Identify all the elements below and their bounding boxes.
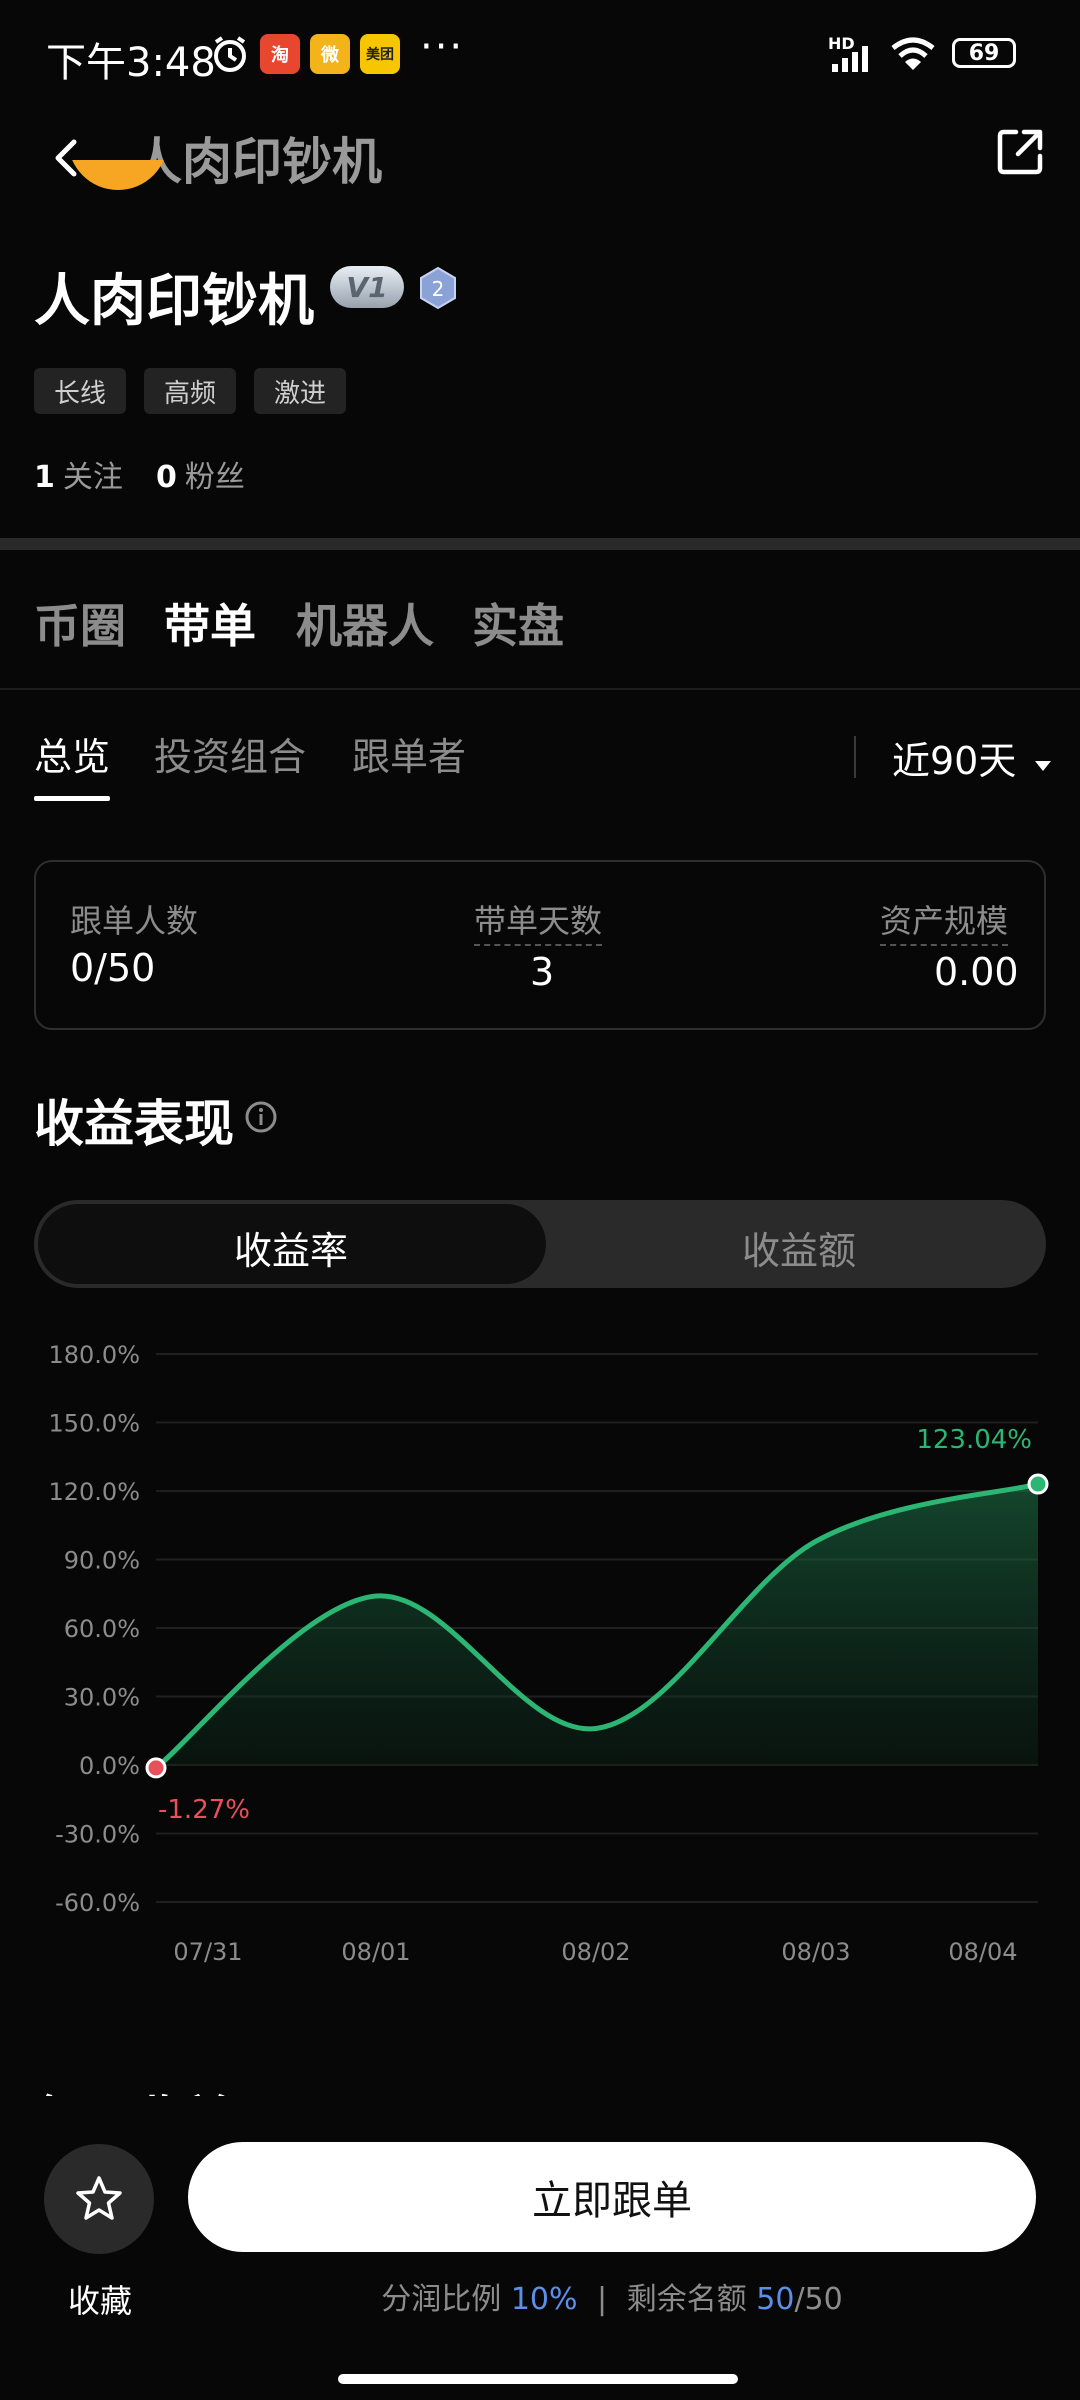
y-tick-label: 90.0% (64, 1547, 140, 1575)
svg-text:2: 2 (432, 277, 445, 301)
remaining-value: 50 (756, 2282, 795, 2317)
followers-label: 粉丝 (184, 460, 245, 495)
avatar (68, 160, 168, 230)
x-tick-label: 07/31 (173, 1938, 242, 1966)
range-label: 近90天 (892, 739, 1017, 783)
x-tick-label: 08/03 (781, 1938, 850, 1966)
toggle-return-amount[interactable]: 收益额 (742, 1220, 856, 1275)
y-tick-label: 180.0% (48, 1341, 140, 1369)
share-icon[interactable] (994, 126, 1046, 178)
profit-share-info: 分润比例 10% | 剩余名额 50/50 (0, 2274, 1080, 2318)
tag-long-term: 长线 (34, 368, 127, 414)
status-bar: 下午3:48 淘 微 美团 ··· HD 69 (0, 0, 1080, 110)
stat-assets-value: 0.00 (934, 950, 1019, 994)
level-badge-icon: 2 (420, 266, 456, 310)
range-separator (854, 736, 856, 778)
more-notifications-icon: ··· (420, 24, 465, 70)
following-count: 1 (34, 460, 55, 495)
stat-followers-label: 跟单人数 (70, 902, 199, 940)
star-icon (76, 2176, 122, 2220)
start-point-marker (145, 1757, 167, 1779)
caret-down-icon (1035, 761, 1052, 771)
wifi-icon (891, 37, 935, 70)
favorite-button[interactable] (44, 2144, 154, 2254)
profit-share-label: 分润比例 (381, 2282, 502, 2317)
alarm-icon (214, 36, 246, 72)
y-tick-label: 60.0% (64, 1615, 140, 1643)
info-separator: | (597, 2282, 608, 2317)
end-value-label: 123.04% (916, 1425, 1032, 1455)
performance-title: 收益表现 (34, 1095, 234, 1153)
range-dropdown[interactable]: 近90天 (892, 730, 1054, 785)
section-divider (0, 538, 1080, 550)
stat-days-value: 3 (530, 950, 555, 994)
remaining-label: 剩余名额 (626, 2282, 747, 2317)
nav-title: 人肉印钞机 (132, 133, 382, 191)
copy-trade-button[interactable]: 立即跟单 (188, 2142, 1036, 2252)
y-tick-label: 0.0% (79, 1752, 140, 1780)
status-time: 下午3:48 (46, 40, 216, 86)
subtab-followers[interactable]: 跟单者 (352, 726, 466, 781)
remaining-total: /50 (794, 2282, 843, 2317)
y-tick-label: 150.0% (48, 1410, 140, 1438)
tag-high-frequency: 高频 (144, 368, 237, 414)
stat-assets-label[interactable]: 资产规模 (880, 896, 1009, 946)
following-stat[interactable]: 1 关注 (34, 452, 123, 496)
tab-bots[interactable]: 机器人 (296, 590, 434, 656)
tab-live-trading[interactable]: 实盘 (472, 590, 564, 656)
tag-aggressive: 激进 (254, 368, 347, 414)
y-tick-label: -30.0% (55, 1821, 140, 1849)
subtab-overview[interactable]: 总览 (34, 726, 110, 781)
y-tick-label: 120.0% (48, 1478, 140, 1506)
followers-stat[interactable]: 0 粉丝 (156, 452, 245, 496)
info-icon[interactable] (244, 1100, 278, 1134)
weibo-app-icon: 微 (310, 34, 350, 74)
y-tick-label: -60.0% (55, 1889, 140, 1917)
toggle-return-rate[interactable]: 收益率 (234, 1220, 348, 1275)
x-tick-label: 08/02 (561, 1938, 630, 1966)
active-subtab-indicator (34, 796, 110, 801)
x-tick-label: 08/01 (341, 1938, 410, 1966)
profit-share-value: 10% (510, 2282, 578, 2317)
subtab-portfolio[interactable]: 投资组合 (154, 726, 306, 781)
y-tick-label: 30.0% (64, 1684, 140, 1712)
return-area (156, 1484, 1038, 1768)
home-indicator[interactable] (338, 2374, 738, 2384)
tab-copy-trading[interactable]: 带单 (164, 590, 256, 656)
following-label: 关注 (62, 460, 123, 495)
tabs-divider (0, 688, 1080, 690)
start-value-label: -1.27% (158, 1795, 250, 1825)
profile-name: 人肉印钞机 (34, 269, 314, 334)
followers-count: 0 (156, 460, 177, 495)
taobao-app-icon: 淘 (260, 34, 300, 74)
return-chart[interactable]: 180.0% 150.0% 120.0% 90.0% 60.0% 30.0% 0.0% -30… (0, 1320, 1080, 1980)
x-tick-label: 08/04 (948, 1938, 1017, 1966)
vip-badge: V1 (330, 266, 404, 308)
stat-followers-value: 0/50 (70, 946, 156, 990)
end-point-marker (1027, 1473, 1049, 1495)
signal-icon (832, 46, 868, 72)
stat-days-label[interactable]: 带单天数 (474, 896, 603, 946)
battery-indicator: 69 (952, 38, 1016, 68)
tab-crypto[interactable]: 币圈 (34, 590, 126, 656)
meituan-app-icon: 美团 (360, 34, 400, 74)
